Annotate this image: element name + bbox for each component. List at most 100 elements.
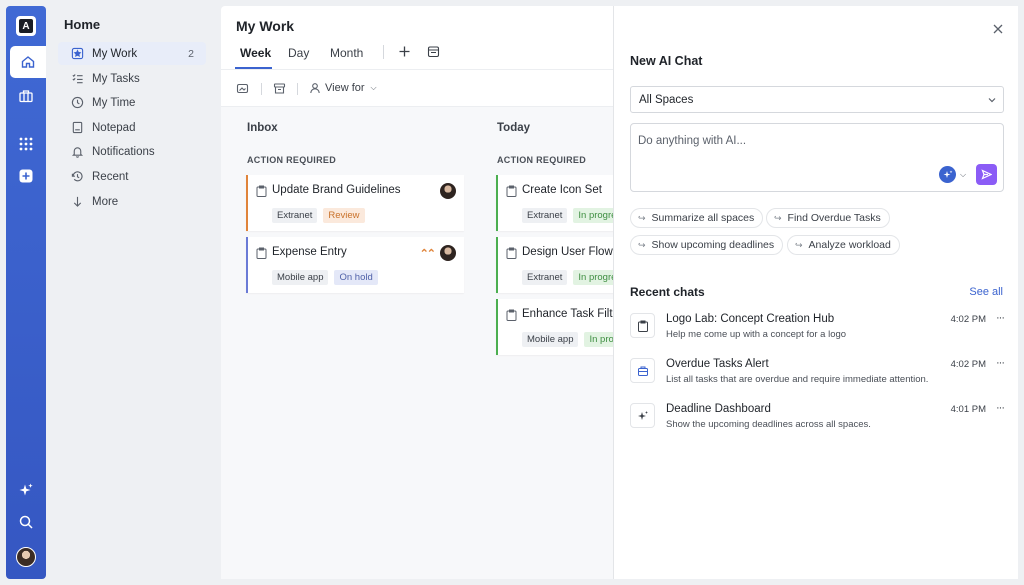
sidebar-item-my-work[interactable]: My Work 2 [58, 42, 206, 65]
clock-icon [70, 96, 84, 110]
task-card[interactable]: Update Brand Guidelines Extranet Review [246, 175, 464, 231]
chat-description: Show the upcoming deadlines across all s… [666, 419, 871, 430]
recent-chat-item[interactable]: Logo Lab: Concept Creation Hub Help me c… [630, 312, 1005, 345]
my-work-count: 2 [188, 47, 194, 60]
reply-arrow-icon: ↪ [774, 212, 782, 223]
task-card[interactable]: Enhance Task Filters Mobile app In progr… [496, 299, 613, 355]
space-select[interactable]: All Spaces [630, 86, 1004, 113]
user-avatar[interactable] [16, 547, 36, 567]
star-badge-icon [70, 47, 84, 61]
model-selector[interactable]: ⌵ [938, 165, 970, 184]
task-card[interactable]: Create Icon Set Extranet In progress [496, 175, 613, 231]
apps-grid-icon[interactable] [10, 128, 42, 160]
add-square-icon[interactable] [10, 160, 42, 192]
space-select-value: All Spaces [639, 93, 694, 106]
suggestion-label: Show upcoming deadlines [651, 239, 775, 251]
toolbar-divider [297, 83, 298, 95]
archive-icon[interactable] [273, 82, 286, 95]
app-logo[interactable]: A [16, 16, 36, 36]
recent-chat-item[interactable]: Deadline Dashboard Show the upcoming dea… [630, 402, 1005, 435]
panel-title: New AI Chat [630, 54, 703, 68]
briefcase-icon[interactable] [10, 80, 42, 112]
tabs-divider [221, 69, 613, 70]
suggestion-chip[interactable]: ↪ Analyze workload [787, 235, 900, 255]
assignee-avatar[interactable] [440, 183, 456, 199]
priority-high-icon: ⌃⌃ [419, 248, 437, 260]
toolbar-divider [383, 45, 384, 59]
clipboard-icon [506, 309, 517, 321]
task-title: Design User Flows [522, 246, 613, 258]
more-options-icon[interactable]: ··· [996, 357, 1005, 369]
sparkle-icon [630, 403, 655, 428]
task-card[interactable]: Design User Flows Extranet In progress [496, 237, 613, 293]
chevron-down-icon: ⌵ [960, 169, 967, 179]
column-subtitle: ACTION REQUIRED [497, 155, 587, 165]
clipboard-icon [256, 185, 267, 197]
clipboard-icon [506, 185, 517, 197]
notepad-icon [70, 121, 84, 135]
chat-description: Help me come up with a concept for a log… [666, 329, 847, 340]
more-options-icon[interactable]: ··· [996, 312, 1005, 324]
bell-icon [70, 145, 84, 159]
sidebar-item-label: My Tasks [92, 72, 140, 85]
sidebar-item-label: Notifications [92, 145, 155, 158]
arrow-down-icon [70, 195, 84, 209]
status-badge: In progress [584, 332, 613, 347]
chevron-down-icon: ⌵ [370, 83, 377, 92]
image-toggle-icon[interactable] [236, 82, 249, 95]
view-for-dropdown[interactable]: View for ⌵ [309, 82, 377, 94]
close-icon[interactable] [992, 23, 1004, 35]
add-view-button[interactable] [398, 45, 411, 58]
my-work-view: My Work Week Day Month View for ⌵ Inbox … [221, 6, 613, 579]
sidebar-home-title: Home [64, 17, 101, 32]
task-card[interactable]: Expense Entry ⌃⌃ Mobile app On hold [246, 237, 464, 293]
checklist-icon [70, 72, 84, 86]
project-tag: Extranet [272, 208, 318, 223]
prompt-input[interactable]: Do anything with AI... ⌵ [630, 123, 1004, 192]
column-title-inbox: Inbox [247, 122, 278, 134]
sidebar-item-notepad[interactable]: Notepad [58, 116, 206, 139]
sidebar-item-notifications[interactable]: Notifications [58, 140, 206, 163]
task-title: Update Brand Guidelines [272, 184, 401, 196]
ai-sparkle-icon[interactable] [10, 474, 42, 506]
suggestion-chip[interactable]: ↪ Find Overdue Tasks [766, 208, 890, 228]
more-options-icon[interactable]: ··· [996, 402, 1005, 414]
assignee-avatar[interactable] [440, 245, 456, 261]
clipboard-icon [506, 247, 517, 259]
sidebar-item-label: My Time [92, 96, 136, 109]
sidebar-item-label: My Work [92, 47, 138, 60]
history-icon [70, 170, 84, 184]
see-all-link[interactable]: See all [969, 286, 1003, 298]
calendar-view-icon[interactable] [427, 45, 440, 58]
search-icon[interactable] [10, 506, 42, 538]
project-tag: Extranet [522, 208, 568, 223]
prompt-placeholder: Do anything with AI... [638, 135, 747, 147]
sidebar: Home My Work 2 My Tasks My Time Notepad … [52, 6, 212, 579]
recent-chat-item[interactable]: Overdue Tasks Alert List all tasks that … [630, 357, 1005, 390]
sidebar-item-more[interactable]: More [58, 190, 206, 213]
sidebar-item-label: More [92, 195, 119, 208]
tab-month[interactable]: Month [330, 46, 363, 60]
user-icon [310, 83, 320, 94]
sidebar-item-my-time[interactable]: My Time [58, 91, 206, 114]
suggestion-chip[interactable]: ↪ Show upcoming deadlines [630, 235, 784, 255]
send-icon [981, 169, 992, 180]
suggestion-chip[interactable]: ↪ Summarize all spaces [630, 208, 764, 228]
tab-day[interactable]: Day [288, 46, 309, 60]
tab-week[interactable]: Week [240, 46, 271, 60]
page-title: My Work [236, 18, 295, 34]
sidebar-item-my-tasks[interactable]: My Tasks [58, 67, 206, 90]
clipboard-icon [256, 247, 267, 259]
status-badge: Review [323, 208, 365, 223]
sidebar-item-recent[interactable]: Recent [58, 165, 206, 188]
column-today: Today ACTION REQUIRED Create Icon Set Ex… [495, 107, 613, 579]
board: Inbox ACTION REQUIRED Update Brand Guide… [221, 107, 613, 579]
send-button[interactable] [976, 164, 997, 185]
clipboard-icon [630, 313, 655, 338]
home-icon[interactable] [10, 46, 46, 78]
app-rail: A [6, 6, 46, 579]
ai-chat-panel: New AI Chat All Spaces Do anything with … [613, 6, 1018, 579]
task-title: Create Icon Set [522, 184, 602, 196]
status-badge: In progress [573, 270, 613, 285]
task-title: Enhance Task Filters [522, 308, 613, 320]
